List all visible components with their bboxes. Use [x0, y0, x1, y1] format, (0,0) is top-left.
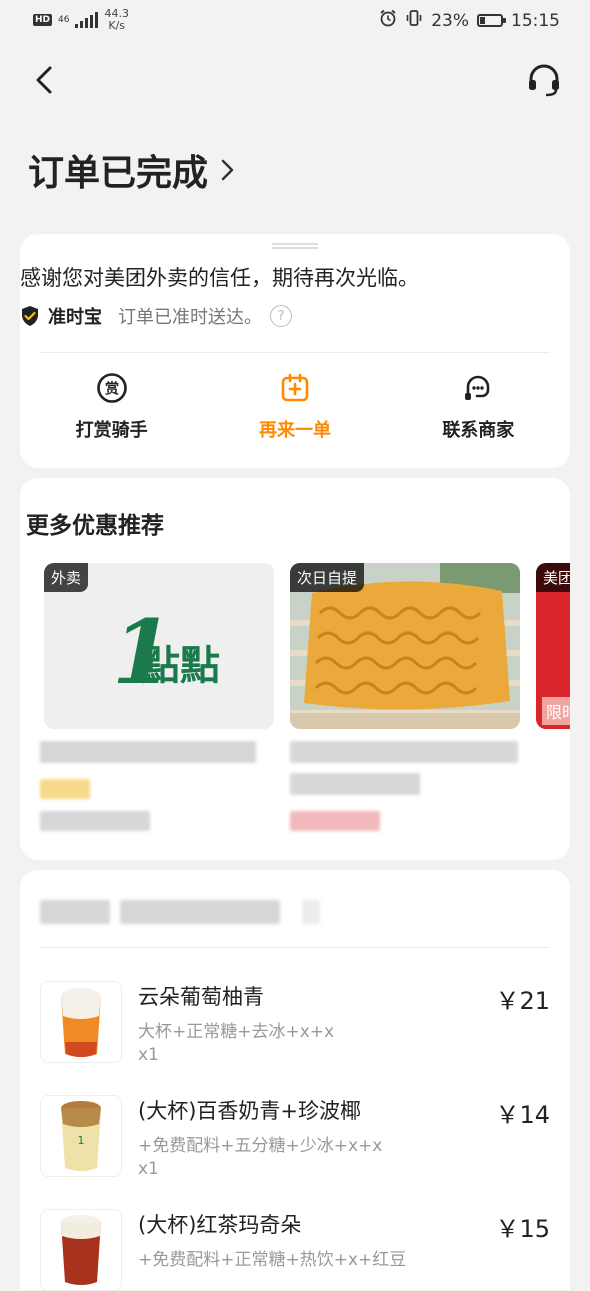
page-title: 订单已完成	[28, 153, 209, 194]
reward-icon: 赏	[96, 373, 127, 403]
speed-unit: K/s	[108, 19, 126, 32]
promo-item[interactable]: 美团 限时	[536, 563, 570, 729]
ontime-label: 准时宝	[48, 307, 102, 328]
item-price: ￥14	[495, 1101, 550, 1129]
promo-badge: 限时	[542, 697, 570, 725]
thanks-message: 感谢您对美团外卖的信任，期待再次光临。	[20, 266, 419, 290]
drink-cup-picture: 1	[61, 1101, 101, 1171]
blurred-store-name	[120, 900, 280, 924]
promo-image: 1 點點 外卖	[44, 563, 274, 729]
blurred-text	[40, 811, 150, 831]
help-icon[interactable]: ?	[270, 305, 292, 327]
chevron-right-icon	[221, 159, 234, 181]
item-spec: +免费配料+正常糖+热饮+x+红豆	[138, 1250, 407, 1270]
blurred-text	[40, 741, 256, 763]
drink-cup-picture	[61, 988, 101, 1057]
vibrate-icon	[405, 9, 423, 32]
hd-badge: HD	[33, 14, 53, 26]
battery-icon	[477, 14, 506, 27]
item-name: 云朵葡萄柚青	[138, 985, 264, 1009]
drag-handle[interactable]	[272, 243, 318, 249]
blurred-text	[290, 773, 420, 795]
contact-merchant-label: 联系商家	[442, 420, 515, 441]
blurred-price	[40, 779, 90, 799]
blurred-text	[290, 741, 518, 763]
item-thumbnail	[40, 1209, 122, 1291]
reorder-label: 再来一单	[258, 420, 331, 441]
clock: 15:15	[511, 10, 560, 31]
chat-icon	[465, 375, 490, 400]
item-name: (大杯)百香奶青+珍波椰	[138, 1099, 361, 1123]
item-quantity: x1	[138, 1159, 159, 1179]
ontime-description: 订单已准时送达。	[118, 307, 262, 328]
blurred-store-name	[302, 900, 320, 924]
promotions-title: 更多优惠推荐	[26, 513, 164, 539]
customer-service-button[interactable]	[526, 62, 562, 98]
contact-merchant-button[interactable]: 联系商家	[387, 372, 570, 442]
reward-rider-button[interactable]: 赏 打赏骑手	[20, 372, 203, 442]
reward-icon-glyph: 赏	[105, 381, 119, 398]
status-bar: HD 46 44.3 K/s 23% 15:15	[0, 0, 590, 40]
shield-check-icon	[22, 306, 38, 326]
headset-icon	[529, 64, 559, 97]
item-name: (大杯)红茶玛奇朵	[138, 1213, 302, 1237]
promo-image: 美团 限时	[536, 563, 570, 729]
item-price: ￥15	[495, 1215, 550, 1243]
promo-tag: 美团	[536, 563, 570, 592]
item-thumbnail	[40, 981, 122, 1063]
divider	[40, 947, 550, 948]
ontime-row: 准时宝 订单已准时送达。 ?	[20, 303, 292, 329]
order-actions: 赏 打赏骑手 再来一单 联系商家	[20, 372, 570, 442]
reorder-icon	[281, 373, 309, 402]
promo-item[interactable]: 1 點點 外卖	[40, 563, 274, 831]
item-thumbnail: 1	[40, 1095, 122, 1177]
status-left: HD 46 44.3 K/s	[33, 8, 129, 32]
blurred-store-name	[40, 900, 110, 924]
drink-cup-picture	[61, 1215, 101, 1285]
item-price: ￥21	[495, 987, 550, 1015]
order-status-title[interactable]: 订单已完成	[28, 144, 236, 196]
item-spec: 大杯+正常糖+去冰+x+x	[138, 1022, 335, 1042]
signal-icon	[75, 12, 99, 28]
blurred-price	[290, 811, 380, 831]
promo-image: 次日自提	[290, 563, 520, 729]
brand-logo-text: 點點	[140, 643, 220, 689]
back-arrow-icon	[36, 66, 52, 94]
network-speed: 44.3 K/s	[104, 8, 129, 32]
promo-tag: 外卖	[44, 563, 89, 592]
item-spec: +免费配料+五分糖+少冰+x+x	[138, 1136, 383, 1156]
reorder-button[interactable]: 再来一单	[203, 372, 386, 442]
reward-rider-label: 打赏骑手	[75, 420, 148, 441]
item-quantity: x1	[138, 1045, 159, 1065]
promo-item[interactable]: 次日自提	[290, 563, 520, 831]
status-right: 23% 15:15	[379, 9, 560, 32]
svg-text:1: 1	[78, 1134, 85, 1147]
network-type: 46	[58, 14, 70, 25]
divider	[40, 352, 550, 353]
promo-tag: 次日自提	[290, 563, 365, 592]
alarm-icon	[379, 9, 397, 32]
back-button[interactable]	[30, 62, 60, 98]
battery-percent: 23%	[431, 10, 469, 31]
